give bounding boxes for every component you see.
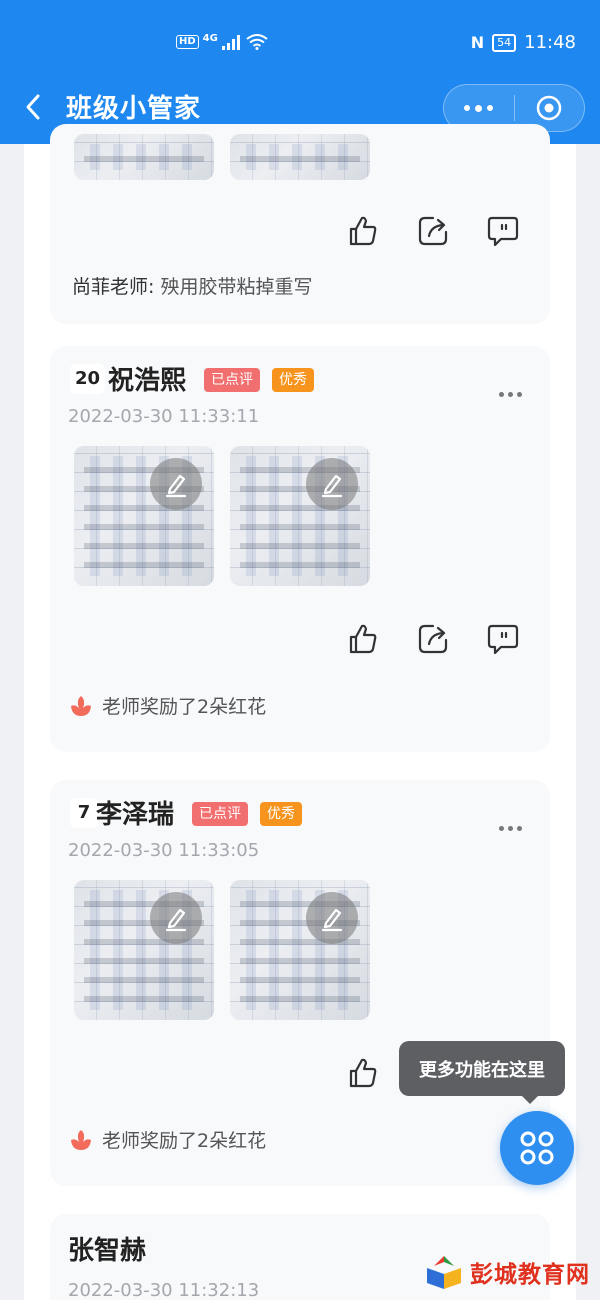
post-actions (346, 1056, 380, 1090)
student-number: 7 (70, 798, 98, 828)
status-badge-reviewed: 已点评 (204, 368, 260, 392)
status-badge-excellent: 优秀 (260, 802, 302, 826)
like-icon[interactable] (346, 622, 380, 656)
pen-icon (321, 908, 343, 932)
share-icon[interactable] (416, 622, 450, 656)
comment-text: 殃用胶带粘掉重写 (160, 276, 313, 298)
share-icon[interactable] (416, 214, 450, 248)
pen-icon (321, 474, 343, 498)
student-name: 祝浩熙 (108, 366, 187, 396)
hd-badge: HD (176, 35, 199, 49)
homework-image[interactable] (74, 134, 214, 180)
annotate-button[interactable] (150, 892, 202, 944)
post-actions (346, 622, 520, 656)
back-button[interactable] (20, 92, 50, 122)
more-menu-button[interactable] (499, 826, 522, 831)
comment-icon[interactable] (486, 622, 520, 656)
post-actions (346, 214, 520, 248)
student-number: 20 (70, 364, 106, 394)
teacher-comment: 尚菲老师: 殃用胶带粘掉重写 (72, 272, 312, 299)
comment-author: 尚菲老师: (72, 276, 155, 298)
status-badge-excellent: 优秀 (272, 368, 314, 392)
reward-note: 老师奖励了2朵红花 (68, 692, 266, 719)
network-type: 4G (202, 32, 218, 44)
feed[interactable]: 尚菲老师: 殃用胶带粘掉重写 20 祝浩熙 已点评 优秀 2022-03-30 … (24, 124, 576, 1300)
reward-note: 老师奖励了2朵红花 (68, 1126, 266, 1153)
watermark-text: 彭城教育网 (470, 1262, 590, 1288)
nfc-icon: N (470, 33, 485, 52)
more-dots-icon (464, 104, 494, 112)
like-icon[interactable] (346, 214, 380, 248)
top-bar: HD 4G N 54 11:48 班级小管家 (0, 0, 600, 144)
clock: 11:48 (524, 32, 576, 53)
more-features-button[interactable] (500, 1111, 574, 1185)
pen-icon (165, 908, 187, 932)
clover-grid-icon (520, 1131, 554, 1165)
homework-image[interactable] (230, 134, 370, 180)
reward-text: 老师奖励了2朵红花 (102, 1130, 267, 1152)
red-flower-icon (71, 1129, 91, 1150)
target-close-icon (537, 95, 562, 121)
pen-icon (165, 474, 187, 498)
battery-indicator: 54 (492, 33, 517, 52)
red-flower-icon (71, 695, 91, 716)
annotate-button[interactable] (150, 458, 202, 510)
watermark: 彭城教育网 (424, 1252, 590, 1292)
post-timestamp: 2022-03-30 11:33:11 (68, 406, 260, 427)
like-icon[interactable] (346, 1056, 380, 1090)
status-bar: HD 4G N 54 11:48 (0, 30, 600, 60)
student-name: 张智赫 (68, 1236, 147, 1266)
annotate-button[interactable] (306, 892, 358, 944)
student-name: 李泽瑞 (96, 800, 175, 830)
post-card: 20 祝浩熙 已点评 优秀 2022-03-30 11:33:11 老师奖励了2… (50, 346, 550, 752)
book-logo-icon (427, 1256, 461, 1289)
homework-image[interactable] (230, 446, 370, 586)
signal-icon (221, 35, 240, 50)
post-card: 尚菲老师: 殃用胶带粘掉重写 (50, 124, 550, 324)
comment-icon[interactable] (486, 214, 520, 248)
wifi-icon (246, 34, 268, 50)
annotate-button[interactable] (306, 458, 358, 510)
chevron-left-icon (26, 94, 40, 120)
more-menu-button[interactable] (499, 392, 522, 397)
homework-image[interactable] (74, 880, 214, 1020)
post-timestamp: 2022-03-30 11:32:13 (68, 1280, 260, 1300)
post-card: 7 李泽瑞 已点评 优秀 2022-03-30 11:33:05 老师奖励了2朵… (50, 780, 550, 1186)
post-timestamp: 2022-03-30 11:33:05 (68, 840, 260, 861)
fab-tooltip: 更多功能在这里 (399, 1041, 565, 1104)
homework-image[interactable] (74, 446, 214, 586)
status-badge-reviewed: 已点评 (192, 802, 248, 826)
reward-text: 老师奖励了2朵红花 (102, 696, 267, 718)
homework-image[interactable] (230, 880, 370, 1020)
page-title: 班级小管家 (66, 94, 202, 124)
